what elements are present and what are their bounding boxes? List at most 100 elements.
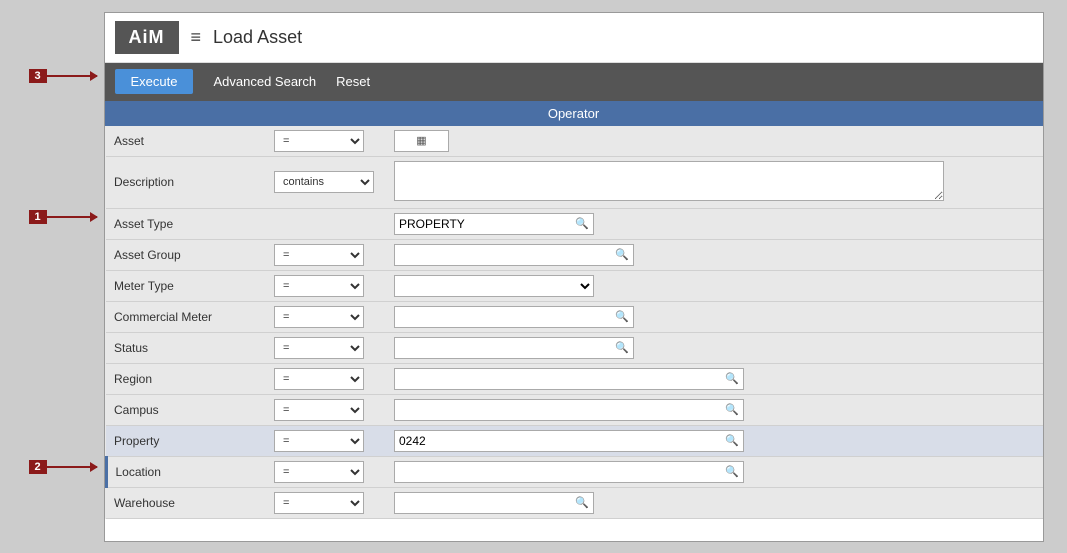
- property-row: Property = 🔍: [106, 425, 1043, 456]
- property-input[interactable]: [395, 431, 721, 451]
- step3-badge: 3: [29, 69, 47, 83]
- commercial-meter-label: Commercial Meter: [106, 301, 266, 332]
- location-operator-select[interactable]: =: [274, 461, 364, 483]
- status-input[interactable]: [395, 338, 611, 358]
- asset-value-cell: ▦: [386, 126, 1043, 157]
- region-input-container: 🔍: [394, 368, 744, 390]
- asset-type-input-container: 🔍: [394, 213, 594, 235]
- location-operator-cell: =: [266, 456, 386, 487]
- status-operator-cell: =: [266, 332, 386, 363]
- region-value-cell: 🔍: [386, 363, 1043, 394]
- search-form: Asset = ▦ Description: [105, 126, 1043, 519]
- meter-type-operator-select[interactable]: =: [274, 275, 364, 297]
- asset-group-operator-select[interactable]: =: [274, 244, 364, 266]
- advanced-search-button[interactable]: Advanced Search: [213, 74, 316, 89]
- campus-operator-select[interactable]: =: [274, 399, 364, 421]
- step2-indicator: 2: [29, 460, 97, 474]
- asset-type-label: Asset Type: [106, 208, 266, 239]
- property-operator-cell: =: [266, 425, 386, 456]
- step3-indicator: 3: [29, 69, 97, 83]
- location-input[interactable]: [395, 462, 721, 482]
- toolbar: Execute Advanced Search Reset: [105, 63, 1043, 101]
- asset-group-row: Asset Group = 🔍: [106, 239, 1043, 270]
- commercial-meter-operator-cell: =: [266, 301, 386, 332]
- meter-type-operator-cell: =: [266, 270, 386, 301]
- asset-type-search-icon[interactable]: 🔍: [571, 217, 593, 230]
- property-search-icon[interactable]: 🔍: [721, 434, 743, 447]
- region-input[interactable]: [395, 369, 721, 389]
- campus-search-icon[interactable]: 🔍: [721, 403, 743, 416]
- meter-type-value-cell: [386, 270, 1043, 301]
- warehouse-search-icon[interactable]: 🔍: [571, 496, 593, 509]
- commercial-meter-value-cell: 🔍: [386, 301, 1043, 332]
- location-row: Location = 🔍: [106, 456, 1043, 487]
- campus-row: Campus = 🔍: [106, 394, 1043, 425]
- location-value-cell: 🔍: [386, 456, 1043, 487]
- hamburger-icon[interactable]: ≡: [191, 27, 202, 48]
- asset-operator-select[interactable]: =: [274, 130, 364, 152]
- property-input-container: 🔍: [394, 430, 744, 452]
- step2-badge: 2: [29, 460, 47, 474]
- asset-type-row: Asset Type 🔍: [106, 208, 1043, 239]
- page-title: Load Asset: [213, 27, 302, 48]
- warehouse-row: Warehouse = 🔍: [106, 487, 1043, 518]
- campus-label: Campus: [106, 394, 266, 425]
- commercial-meter-input[interactable]: [395, 307, 611, 327]
- region-row: Region = 🔍: [106, 363, 1043, 394]
- meter-type-select[interactable]: [395, 276, 593, 296]
- asset-group-input-container: 🔍: [394, 244, 634, 266]
- location-input-container: 🔍: [394, 461, 744, 483]
- asset-type-input[interactable]: [395, 214, 571, 234]
- execute-button[interactable]: Execute: [115, 69, 194, 94]
- asset-input-container: ▦: [394, 130, 449, 152]
- description-value-cell: [386, 156, 1043, 208]
- location-label: Location: [106, 456, 266, 487]
- region-search-icon[interactable]: 🔍: [721, 372, 743, 385]
- meter-type-label: Meter Type: [106, 270, 266, 301]
- campus-operator-cell: =: [266, 394, 386, 425]
- asset-group-value-cell: 🔍: [386, 239, 1043, 270]
- commercial-meter-search-icon[interactable]: 🔍: [611, 310, 633, 323]
- description-operator-cell: contains =: [266, 156, 386, 208]
- description-label: Description: [106, 156, 266, 208]
- region-operator-select[interactable]: =: [274, 368, 364, 390]
- warehouse-input[interactable]: [395, 493, 571, 513]
- description-operator-select[interactable]: contains =: [274, 171, 374, 193]
- status-search-icon[interactable]: 🔍: [611, 341, 633, 354]
- content-area: Operator Asset = ▦: [105, 101, 1043, 519]
- warehouse-input-container: 🔍: [394, 492, 594, 514]
- asset-group-label: Asset Group: [106, 239, 266, 270]
- asset-row: Asset = ▦: [106, 126, 1043, 157]
- asset-group-search-icon[interactable]: 🔍: [611, 248, 633, 261]
- property-label: Property: [106, 425, 266, 456]
- location-search-icon[interactable]: 🔍: [721, 465, 743, 478]
- asset-operator-cell: =: [266, 126, 386, 157]
- reset-button[interactable]: Reset: [336, 74, 370, 89]
- commercial-meter-row: Commercial Meter = 🔍: [106, 301, 1043, 332]
- asset-browse-icon[interactable]: ▦: [395, 134, 448, 147]
- status-row: Status = 🔍: [106, 332, 1043, 363]
- description-textarea[interactable]: [394, 161, 944, 201]
- title-bar: AiM ≡ Load Asset: [105, 13, 1043, 63]
- campus-input-container: 🔍: [394, 399, 744, 421]
- asset-type-operator-cell: [266, 208, 386, 239]
- status-operator-select[interactable]: =: [274, 337, 364, 359]
- campus-input[interactable]: [395, 400, 721, 420]
- status-input-container: 🔍: [394, 337, 634, 359]
- warehouse-value-cell: 🔍: [386, 487, 1043, 518]
- meter-type-row: Meter Type =: [106, 270, 1043, 301]
- aim-logo: AiM: [115, 21, 179, 54]
- property-operator-select[interactable]: =: [274, 430, 364, 452]
- warehouse-operator-select[interactable]: =: [274, 492, 364, 514]
- step1-badge: 1: [29, 210, 47, 224]
- status-label: Status: [106, 332, 266, 363]
- region-operator-cell: =: [266, 363, 386, 394]
- campus-value-cell: 🔍: [386, 394, 1043, 425]
- step1-indicator: 1: [29, 210, 97, 224]
- commercial-meter-operator-select[interactable]: =: [274, 306, 364, 328]
- description-row: Description contains =: [106, 156, 1043, 208]
- warehouse-operator-cell: =: [266, 487, 386, 518]
- meter-type-dropdown-container: [394, 275, 594, 297]
- asset-group-operator-cell: =: [266, 239, 386, 270]
- asset-group-input[interactable]: [395, 245, 611, 265]
